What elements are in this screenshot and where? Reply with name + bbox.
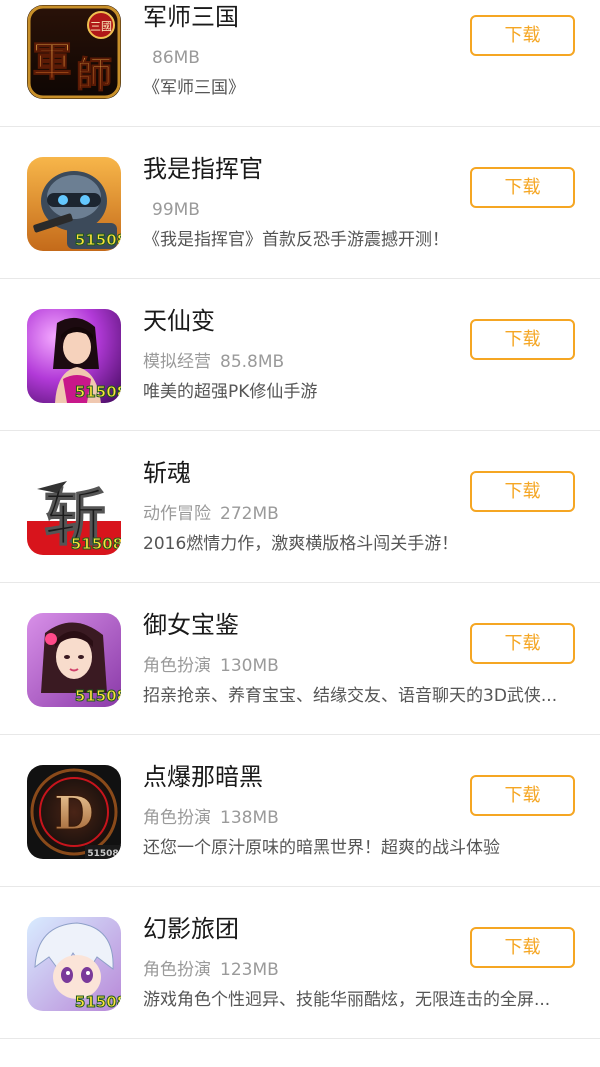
app-size: 85.8MB <box>220 352 285 372</box>
heroine-game-icon[interactable]: 51508 <box>27 613 121 707</box>
download-button[interactable]: 下载 <box>470 167 575 208</box>
app-size: 123MB <box>220 960 279 980</box>
download-button[interactable]: 下载 <box>470 927 575 968</box>
app-meta: 86MB <box>143 47 200 69</box>
app-meta: 角色扮演 123MB <box>143 959 279 981</box>
fairy-game-icon[interactable]: 51508 <box>27 309 121 403</box>
app-description: 2016燃情力作，激爽横版格斗闯关手游！ <box>143 534 459 554</box>
download-button[interactable]: 下载 <box>470 623 575 664</box>
icon-glyph-d: D <box>54 786 94 840</box>
download-button[interactable]: 下载 <box>470 471 575 512</box>
icon-badge-text: 51508 <box>75 231 121 249</box>
app-size: 130MB <box>220 656 279 676</box>
app-list-item[interactable]: 三國 軍 師 军师三国 86MB 《军师三国》 下载 <box>0 0 600 127</box>
app-list-item[interactable]: D 51508 点爆那暗黑 角色扮演 138MB 还您一个原汁原味的暗黑世界！超爽… <box>0 735 600 887</box>
app-category: 动作冒险 <box>143 504 211 524</box>
app-description: 《军师三国》 <box>143 78 245 98</box>
phantom-game-icon[interactable]: 51508 <box>27 917 121 1011</box>
app-description: 游戏角色个性迥异、技能华丽酷炫，无限连击的全屏... <box>143 990 551 1010</box>
app-list: 三國 軍 師 军师三国 86MB 《军师三国》 下载 5150 我是指挥官 99… <box>0 0 600 1039</box>
app-list-item[interactable]: 51508 天仙变 模拟经营 85.8MB 唯美的超强PK修仙手游 下载 <box>0 279 600 431</box>
icon-badge-text: 51508 <box>75 687 121 705</box>
soul-game-icon[interactable]: 斩 51508 <box>27 461 121 555</box>
commander-game-icon[interactable]: 51508 <box>27 157 121 251</box>
app-category: 角色扮演 <box>143 808 211 828</box>
download-button[interactable]: 下载 <box>470 775 575 816</box>
app-list-item[interactable]: 51508 我是指挥官 99MB 《我是指挥官》首款反恐手游震撼开测！ 下载 <box>0 127 600 279</box>
app-title: 御女宝鉴 <box>143 611 239 639</box>
icon-badge-text: 51508 <box>75 993 121 1011</box>
app-list-item[interactable]: 51508 幻影旅团 角色扮演 123MB 游戏角色个性迥异、技能华丽酷炫，无限连… <box>0 887 600 1039</box>
app-meta: 角色扮演 138MB <box>143 807 279 829</box>
icon-badge-text: 51508 <box>71 535 121 553</box>
app-title: 军师三国 <box>143 3 239 31</box>
app-title: 天仙变 <box>143 307 215 335</box>
app-description: 唯美的超强PK修仙手游 <box>143 382 318 402</box>
app-size: 272MB <box>220 504 279 524</box>
app-meta: 99MB <box>143 199 200 221</box>
app-list-item[interactable]: 51508 御女宝鉴 角色扮演 130MB 招亲抢亲、养育宝宝、结缘交友、语音聊天… <box>0 583 600 735</box>
icon-seal-text: 三國 <box>90 20 112 33</box>
app-meta: 角色扮演 130MB <box>143 655 279 677</box>
icon-badge-text: 51508 <box>75 383 121 401</box>
download-button[interactable]: 下载 <box>470 319 575 360</box>
app-title: 幻影旅团 <box>143 915 239 943</box>
app-size: 99MB <box>152 200 200 220</box>
app-category: 角色扮演 <box>143 656 211 676</box>
app-title: 斩魂 <box>143 459 191 487</box>
dark-d-game-icon[interactable]: D 51508 <box>27 765 121 859</box>
icon-glyph-jun: 軍 <box>32 38 72 85</box>
app-title: 我是指挥官 <box>143 155 263 183</box>
app-size: 138MB <box>220 808 279 828</box>
app-category: 模拟经营 <box>143 352 211 372</box>
app-category: 角色扮演 <box>143 960 211 980</box>
icon-badge-text: 51508 <box>87 849 118 859</box>
app-title: 点爆那暗黑 <box>143 763 263 791</box>
app-meta: 模拟经营 85.8MB <box>143 351 284 373</box>
app-description: 《我是指挥官》首款反恐手游震撼开测！ <box>143 230 449 250</box>
download-button[interactable]: 下载 <box>470 15 575 56</box>
icon-glyph-shi: 師 <box>76 54 112 96</box>
app-size: 86MB <box>152 48 200 68</box>
general-game-icon[interactable]: 三國 軍 師 <box>27 5 121 99</box>
app-description: 招亲抢亲、养育宝宝、结缘交友、语音聊天的3D武侠... <box>143 686 558 706</box>
app-description: 还您一个原汁原味的暗黑世界！超爽的战斗体验 <box>143 838 500 858</box>
app-meta: 动作冒险 272MB <box>143 503 279 525</box>
app-list-item[interactable]: 斩 51508 斩魂 动作冒险 272MB 2016燃情力作，激爽横版格斗闯关手游… <box>0 431 600 583</box>
